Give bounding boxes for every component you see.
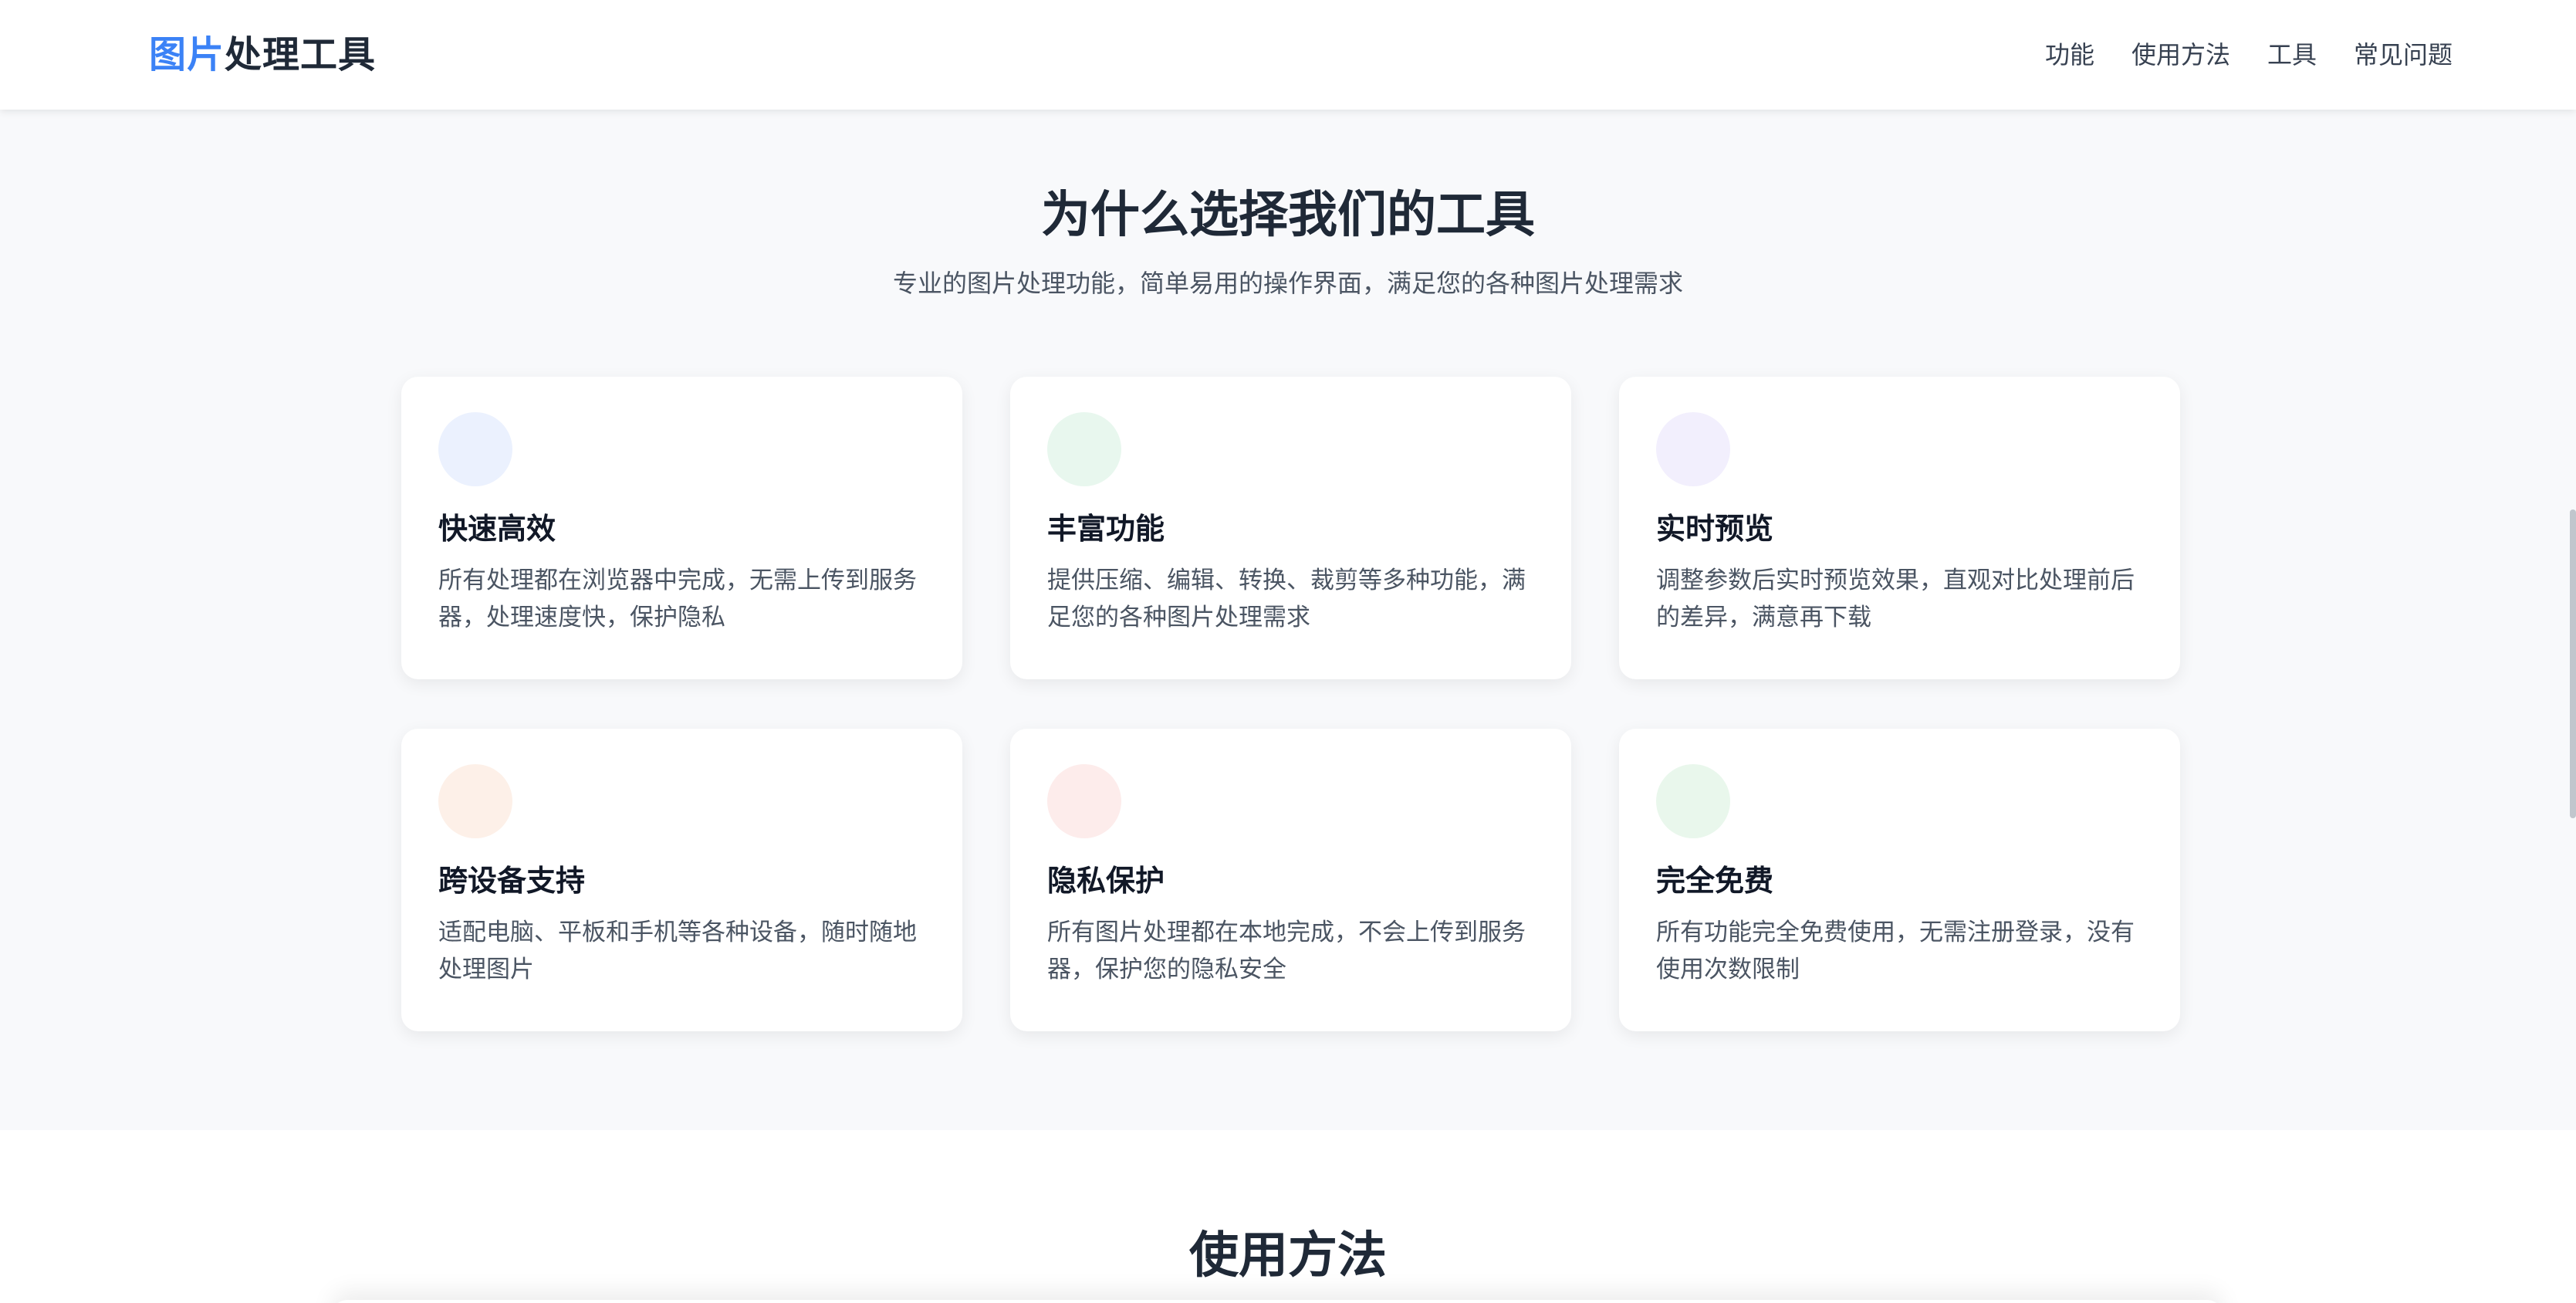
main-nav: 功能 使用方法 工具 常见问题: [2045, 36, 2453, 74]
feature-card-title: 跨设备支持: [438, 864, 586, 898]
feature-card-desc: 所有处理都在浏览器中完成，无需上传到服务器，处理速度快，保护隐私: [438, 567, 917, 631]
preview-icon: [1656, 412, 1730, 486]
feature-card-speed: 快速高效 所有处理都在浏览器中完成，无需上传到服务器，处理速度快，保护隐私: [401, 377, 962, 679]
logo-accent: 图片: [149, 33, 225, 76]
feature-card-free: 完全免费 所有功能完全免费使用，无需注册登录，没有使用次数限制: [1619, 729, 2180, 1031]
free-icon: [1656, 764, 1730, 838]
feature-card-title: 完全免费: [1656, 864, 1774, 898]
logo-text: 处理工具: [225, 33, 377, 76]
site-header: 图片处理工具 功能 使用方法 工具 常见问题: [0, 0, 2576, 110]
nav-link-features[interactable]: 功能: [2045, 36, 2094, 74]
feature-card-desc: 所有功能完全免费使用，无需注册登录，没有使用次数限制: [1656, 919, 2135, 983]
feature-card-desc: 适配电脑、平板和手机等各种设备，随时随地处理图片: [438, 919, 917, 983]
feature-card-features: 丰富功能 提供压缩、编辑、转换、裁剪等多种功能，满足您的各种图片处理需求: [1010, 377, 1571, 679]
feature-card-title: 实时预览: [1656, 512, 1774, 546]
site-logo[interactable]: 图片处理工具: [149, 28, 376, 82]
page-scrollbar[interactable]: [2570, 509, 2576, 818]
nav-link-faq[interactable]: 常见问题: [2354, 36, 2453, 74]
speed-icon: [438, 412, 512, 486]
feature-card-desc: 所有图片处理都在本地完成，不会上传到服务器，保护您的隐私安全: [1047, 919, 1526, 983]
nav-link-usage[interactable]: 使用方法: [2131, 36, 2230, 74]
devices-icon: [438, 764, 512, 838]
feature-card-privacy: 隐私保护 所有图片处理都在本地完成，不会上传到服务器，保护您的隐私安全: [1010, 729, 1571, 1031]
usage-card-edge: [332, 1300, 2223, 1303]
feature-card-preview: 实时预览 调整参数后实时预览效果，直观对比处理前后的差异，满意再下载: [1619, 377, 2180, 679]
feature-card-title: 快速高效: [438, 512, 556, 546]
feature-card-devices: 跨设备支持 适配电脑、平板和手机等各种设备，随时随地处理图片: [401, 729, 962, 1031]
privacy-icon: [1047, 764, 1121, 838]
nav-link-tools[interactable]: 工具: [2267, 36, 2317, 74]
usage-section: 使用方法: [0, 1130, 2576, 1303]
features-section: 为什么选择我们的工具 专业的图片处理功能，简单易用的操作界面，满足您的各种图片处…: [0, 110, 2576, 1130]
features-icon: [1047, 412, 1121, 486]
features-subtitle: 专业的图片处理功能，简单易用的操作界面，满足您的各种图片处理需求: [892, 269, 1683, 298]
feature-card-title: 丰富功能: [1047, 512, 1165, 546]
usage-title: 使用方法: [1189, 1227, 1387, 1284]
feature-card-title: 隐私保护: [1047, 864, 1165, 898]
features-title: 为什么选择我们的工具: [1041, 187, 1535, 244]
feature-card-desc: 提供压缩、编辑、转换、裁剪等多种功能，满足您的各种图片处理需求: [1047, 567, 1526, 631]
feature-card-desc: 调整参数后实时预览效果，直观对比处理前后的差异，满意再下载: [1656, 567, 2135, 631]
